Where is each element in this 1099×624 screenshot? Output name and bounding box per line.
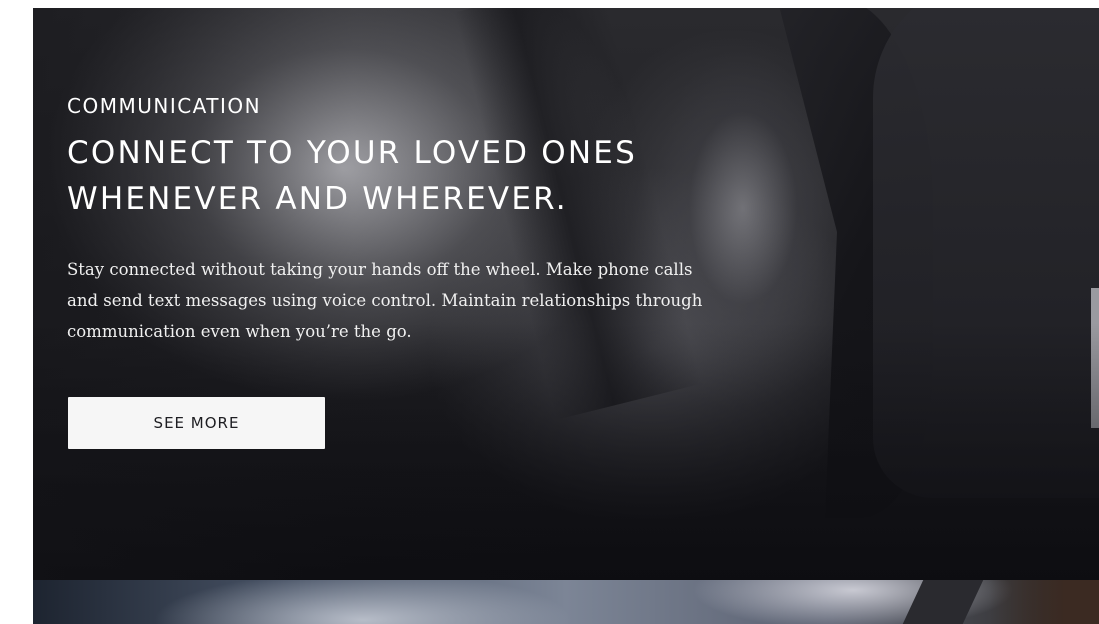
hero-headline: CONNECT TO YOUR LOVED ONES WHENEVER AND … xyxy=(67,135,637,217)
see-more-button[interactable]: SEE MORE xyxy=(68,397,325,449)
hero-content: COMMUNICATION CONNECT TO YOUR LOVED ONES… xyxy=(67,92,767,347)
page: COMMUNICATION CONNECT TO YOUR LOVED ONES… xyxy=(0,0,1099,624)
next-section-edge xyxy=(989,580,1099,624)
hero-description: Stay connected without taking your hands… xyxy=(67,260,703,341)
next-section-preview xyxy=(33,580,1099,624)
section-eyebrow: COMMUNICATION xyxy=(67,94,262,118)
next-section-image xyxy=(902,580,984,624)
